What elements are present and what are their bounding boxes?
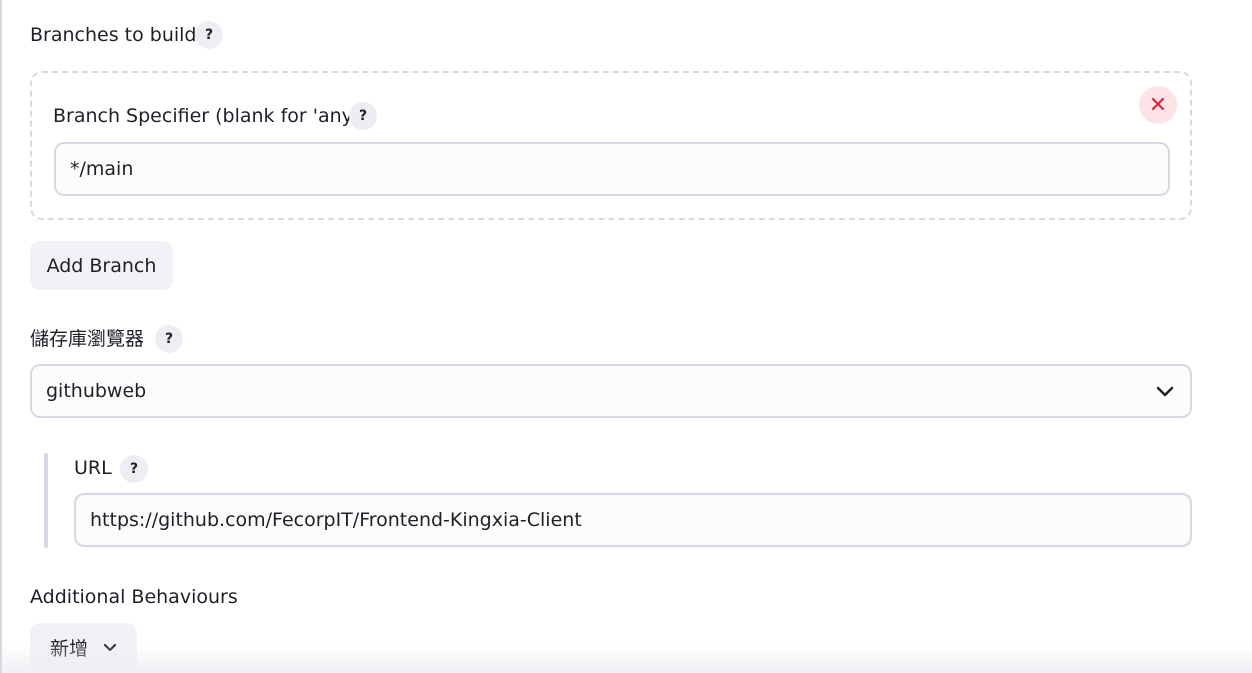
repo-browser-selected: githubweb <box>46 380 147 402</box>
add-branch-button[interactable]: Add Branch <box>30 241 173 290</box>
url-label: URL <box>74 457 112 479</box>
help-icon[interactable]: ? <box>120 455 148 483</box>
chevron-down-icon <box>104 644 117 651</box>
repo-browser-label: 儲存庫瀏覽器 <box>30 328 145 350</box>
help-icon[interactable]: ? <box>155 325 183 353</box>
help-icon[interactable]: ? <box>195 21 223 49</box>
scm-config-panel: Branches to build ? ✕ Branch Specifier (… <box>0 0 1252 673</box>
branches-to-build-label: Branches to build <box>30 24 197 46</box>
repo-browser-select[interactable]: githubweb <box>30 364 1192 418</box>
branch-specifier-value: */main <box>70 158 134 180</box>
additional-behaviours-label: Additional Behaviours <box>30 586 238 608</box>
url-value: https://github.com/FecorpIT/Frontend-Kin… <box>90 509 582 531</box>
bottom-fade <box>2 643 1252 673</box>
nested-indent-bar <box>44 453 48 548</box>
close-icon: ✕ <box>1148 92 1168 118</box>
help-icon[interactable]: ? <box>349 102 377 130</box>
add-behaviour-button[interactable]: 新增 <box>30 623 137 671</box>
url-input[interactable]: https://github.com/FecorpIT/Frontend-Kin… <box>74 493 1192 547</box>
branch-specifier-label: Branch Specifier (blank for 'any') <box>53 105 366 127</box>
branch-specifier-input[interactable]: */main <box>54 142 1170 196</box>
remove-branch-button[interactable]: ✕ <box>1139 86 1177 124</box>
chevron-down-icon <box>1156 386 1174 397</box>
add-behaviour-label: 新增 <box>50 637 89 660</box>
